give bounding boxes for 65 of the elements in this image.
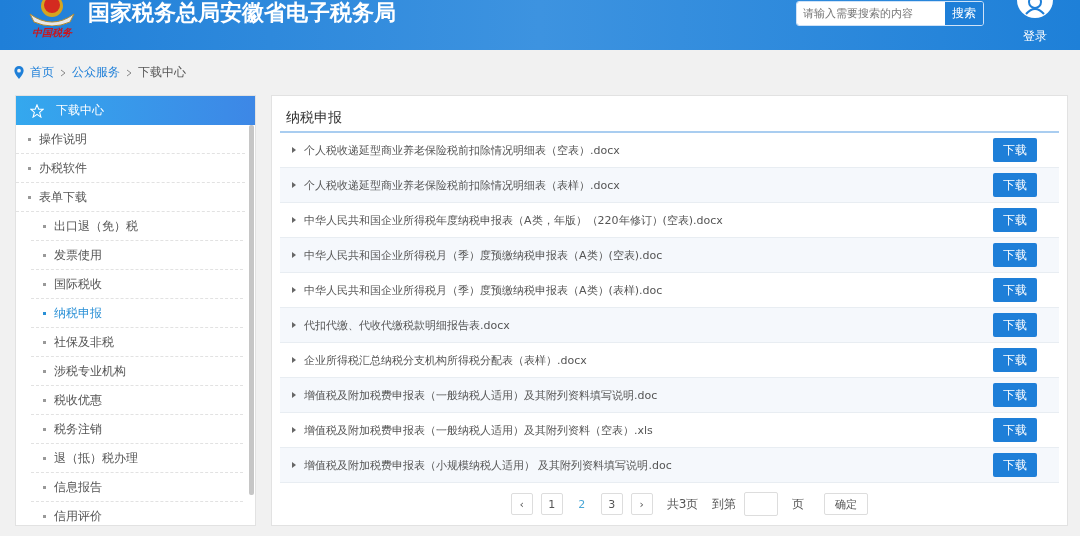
star-icon: [30, 103, 44, 118]
sidebar-item[interactable]: 表单下载: [16, 183, 245, 212]
sidebar-subitem[interactable]: 纳税申报: [31, 299, 243, 328]
file-link[interactable]: 中华人民共和国企业所得税年度纳税申报表（A类，年版）（220年修订）(空表).docx: [304, 212, 993, 228]
sidebar-item[interactable]: 办税软件: [16, 154, 245, 183]
breadcrumb-link[interactable]: 公众服务: [72, 64, 120, 81]
file-link[interactable]: 中华人民共和国企业所得税月（季）度预缴纳税申报表（A类）(空表).doc: [304, 247, 993, 263]
file-link[interactable]: 增值税及附加税费申报表（一般纳税人适用）及其附列资料填写说明.doc: [304, 387, 993, 403]
chevron-icon: [60, 68, 66, 77]
file-link[interactable]: 增值税及附加税费申报表（一般纳税人适用）及其附列资料（空表）.xls: [304, 422, 993, 438]
sidebar-title: 下载中心: [56, 102, 104, 119]
triangle-icon: [292, 462, 296, 468]
next-page-button[interactable]: ›: [630, 493, 653, 515]
section-title: 纳税申报: [280, 104, 1059, 133]
download-button[interactable]: 下载: [993, 278, 1037, 302]
download-button[interactable]: 下载: [993, 348, 1037, 372]
file-link[interactable]: 代扣代缴、代收代缴税款明细报告表.docx: [304, 317, 993, 333]
sidebar-subitem[interactable]: 信息报告: [31, 473, 243, 502]
triangle-icon: [292, 322, 296, 328]
logo-caption: 中国税务: [32, 26, 72, 40]
prev-page-button[interactable]: ‹: [510, 493, 533, 515]
scrollbar[interactable]: [249, 125, 254, 495]
page-button[interactable]: 1: [540, 493, 563, 515]
triangle-icon: [292, 182, 296, 188]
confirm-button[interactable]: 确定: [824, 493, 869, 515]
download-button[interactable]: 下载: [993, 418, 1037, 442]
page-input[interactable]: [744, 492, 779, 516]
page-unit: 页: [792, 495, 805, 513]
sidebar-subitem[interactable]: 发票使用: [31, 241, 243, 270]
sidebar-subitem[interactable]: 社保及非税: [31, 328, 243, 357]
triangle-icon: [292, 252, 296, 258]
sidebar-subitem[interactable]: 退（抵）税办理: [31, 444, 243, 473]
download-button[interactable]: 下载: [993, 173, 1037, 197]
download-button[interactable]: 下载: [993, 313, 1037, 337]
triangle-icon: [292, 217, 296, 223]
download-button[interactable]: 下载: [993, 208, 1037, 232]
sidebar-subitem[interactable]: 出口退（免）税: [31, 212, 243, 241]
triangle-icon: [292, 392, 296, 398]
page-button[interactable]: 3: [600, 493, 623, 515]
triangle-icon: [292, 147, 296, 153]
breadcrumb-link[interactable]: 首页: [30, 64, 54, 81]
file-link[interactable]: 个人税收递延型商业养老保险税前扣除情况明细表（空表）.docx: [304, 142, 993, 158]
chevron-icon: [126, 68, 132, 77]
login-link[interactable]: 登录: [1023, 28, 1047, 45]
file-link[interactable]: 增值税及附加税费申报表（小规模纳税人适用） 及其附列资料填写说明.doc: [304, 457, 993, 473]
sidebar-subitem[interactable]: 涉税专业机构: [31, 357, 243, 386]
triangle-icon: [292, 357, 296, 363]
sidebar-subitem[interactable]: 税务注销: [31, 415, 243, 444]
triangle-icon: [292, 427, 296, 433]
sidebar-item[interactable]: 操作说明: [16, 125, 245, 154]
sidebar-subitem[interactable]: 信用评价: [31, 502, 243, 525]
location-pin-icon: [14, 66, 24, 79]
sidebar-subitem[interactable]: 税收优惠: [31, 386, 243, 415]
file-link[interactable]: 个人税收递延型商业养老保险税前扣除情况明细表（表样）.docx: [304, 177, 993, 193]
triangle-icon: [292, 287, 296, 293]
download-button[interactable]: 下载: [993, 138, 1037, 162]
goto-label: 到第: [712, 495, 737, 513]
download-button[interactable]: 下载: [993, 243, 1037, 267]
sidebar-subitem[interactable]: 国际税收: [31, 270, 243, 299]
page-total: 共3页: [666, 495, 699, 513]
download-button[interactable]: 下载: [993, 453, 1037, 477]
file-link[interactable]: 企业所得税汇总纳税分支机构所得税分配表（表样）.docx: [304, 352, 993, 368]
file-link[interactable]: 中华人民共和国企业所得税月（季）度预缴纳税申报表（A类）(表样).doc: [304, 282, 993, 298]
site-title: 国家税务总局安徽省电子税务局: [88, 0, 396, 26]
download-button[interactable]: 下载: [993, 383, 1037, 407]
